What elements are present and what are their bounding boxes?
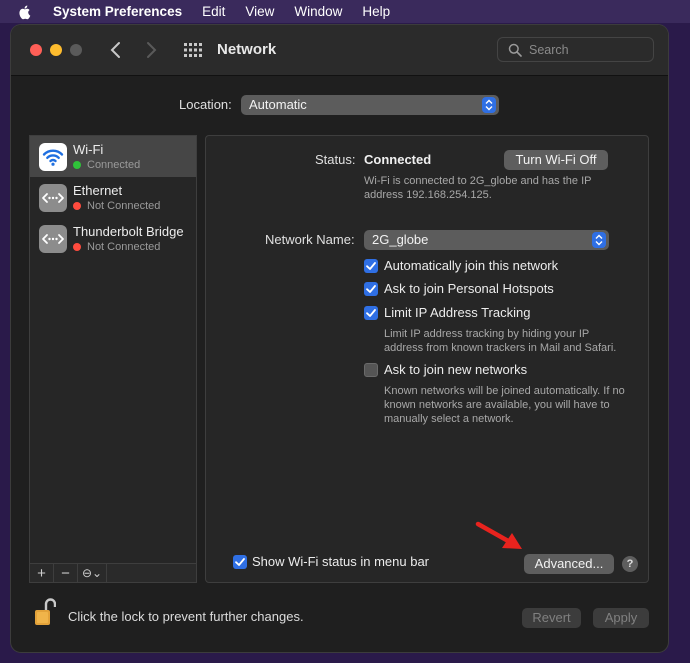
popup-stepper-icon	[482, 97, 496, 113]
network-name-label: Network Name:	[265, 232, 355, 247]
checkmark-icon	[366, 309, 376, 317]
menu-window[interactable]: Window	[294, 4, 342, 19]
window-title: Network	[217, 41, 277, 58]
service-status: Connected	[73, 159, 140, 171]
menu-bar: System Preferences Edit View Window Help	[0, 0, 690, 23]
search-icon	[508, 43, 522, 57]
menu-help[interactable]: Help	[362, 4, 390, 19]
service-list: Wi-Fi Connected Ethernet Not Connected T…	[29, 135, 197, 583]
service-item-ethernet[interactable]: Ethernet Not Connected	[30, 177, 196, 218]
back-button[interactable]	[106, 40, 126, 60]
new-networks-description-2: known networks are available, you will h…	[384, 399, 610, 411]
service-name: Wi-Fi	[73, 142, 104, 157]
remove-service-button[interactable]: −	[54, 564, 78, 582]
new-networks-description: Known networks will be joined automatica…	[384, 385, 625, 397]
turn-wifi-off-button[interactable]: Turn Wi-Fi Off	[504, 150, 608, 170]
service-status-text: Not Connected	[87, 200, 161, 212]
status-dot-red	[73, 243, 81, 251]
network-window: Network Location: Automatic Wi-Fi Connec	[11, 25, 668, 652]
service-status-text: Connected	[87, 159, 141, 171]
menu-view[interactable]: View	[245, 4, 274, 19]
revert-button[interactable]: Revert	[522, 608, 581, 628]
ask-hotspots-label[interactable]: Ask to join Personal Hotspots	[384, 281, 554, 296]
location-value: Automatic	[249, 97, 307, 112]
ask-new-networks-checkbox[interactable]	[364, 363, 378, 377]
auto-join-label[interactable]: Automatically join this network	[384, 258, 558, 273]
forward-button[interactable]	[141, 40, 161, 60]
limit-ip-tracking-label[interactable]: Limit IP Address Tracking	[384, 305, 530, 320]
add-service-button[interactable]: +	[30, 564, 54, 582]
zoom-button[interactable]	[70, 44, 82, 56]
new-networks-description-3: manually select a network.	[384, 413, 514, 425]
lock-button[interactable]	[34, 597, 56, 627]
apply-button[interactable]: Apply	[593, 608, 649, 628]
action-menu-button[interactable]: ⊖⌄	[78, 564, 107, 582]
status-description: Wi-Fi is connected to 2G_globe and has t…	[364, 175, 592, 187]
service-list-toolbar: + − ⊖⌄	[29, 563, 197, 583]
service-item-thunderbolt-bridge[interactable]: Thunderbolt Bridge Not Connected	[30, 218, 196, 259]
show-wifi-status-checkbox[interactable]	[233, 555, 247, 569]
menu-app-name[interactable]: System Preferences	[53, 4, 182, 19]
unlocked-padlock-icon	[35, 598, 56, 625]
status-label: Status:	[315, 152, 356, 167]
show-all-button[interactable]	[183, 41, 203, 59]
popup-stepper-icon	[592, 232, 606, 248]
network-name-popup[interactable]: 2G_globe	[364, 230, 609, 250]
minimize-button[interactable]	[50, 44, 62, 56]
lock-text: Click the lock to prevent further change…	[68, 609, 304, 624]
service-item-wifi[interactable]: Wi-Fi Connected	[30, 136, 196, 177]
checkmark-icon	[235, 558, 245, 566]
close-button[interactable]	[30, 44, 42, 56]
advanced-button[interactable]: Advanced...	[524, 554, 614, 574]
wifi-detail-panel: Status: Connected Turn Wi-Fi Off Wi-Fi i…	[205, 135, 649, 583]
annotation-arrow-icon	[475, 521, 522, 549]
ask-hotspots-checkbox[interactable]	[364, 282, 378, 296]
network-name-value: 2G_globe	[372, 232, 429, 247]
service-status-text: Not Connected	[87, 241, 161, 253]
ask-new-networks-label[interactable]: Ask to join new networks	[384, 362, 527, 377]
grid-icon	[184, 43, 202, 57]
help-button[interactable]: ?	[622, 556, 638, 572]
status-value: Connected	[364, 152, 432, 167]
wifi-icon	[39, 143, 67, 171]
status-dot-red	[73, 202, 81, 210]
limit-ip-description: Limit IP address tracking by hiding your…	[384, 328, 590, 340]
location-label: Location:	[179, 97, 232, 112]
chevron-right-icon	[147, 42, 157, 58]
service-status: Not Connected	[73, 241, 160, 253]
search-field[interactable]	[497, 37, 654, 62]
apple-icon[interactable]	[17, 4, 33, 20]
location-popup[interactable]: Automatic	[241, 95, 499, 115]
status-dot-green	[73, 161, 81, 169]
ethernet-icon	[39, 184, 67, 212]
thunderbolt-bridge-icon	[39, 225, 67, 253]
checkmark-icon	[366, 285, 376, 293]
chevron-left-icon	[110, 42, 120, 58]
limit-ip-description-2: address from known trackers in Mail and …	[384, 342, 617, 354]
status-description-ip: address 192.168.254.125.	[364, 189, 492, 201]
service-name: Thunderbolt Bridge	[73, 224, 184, 239]
show-wifi-status-label[interactable]: Show Wi-Fi status in menu bar	[252, 554, 429, 569]
checkmark-icon	[366, 262, 376, 270]
search-input[interactable]	[529, 42, 649, 57]
service-name: Ethernet	[73, 183, 123, 198]
menu-edit[interactable]: Edit	[202, 4, 225, 19]
title-bar: Network	[11, 25, 668, 76]
auto-join-checkbox[interactable]	[364, 259, 378, 273]
service-status: Not Connected	[73, 200, 160, 212]
limit-ip-tracking-checkbox[interactable]	[364, 306, 378, 320]
